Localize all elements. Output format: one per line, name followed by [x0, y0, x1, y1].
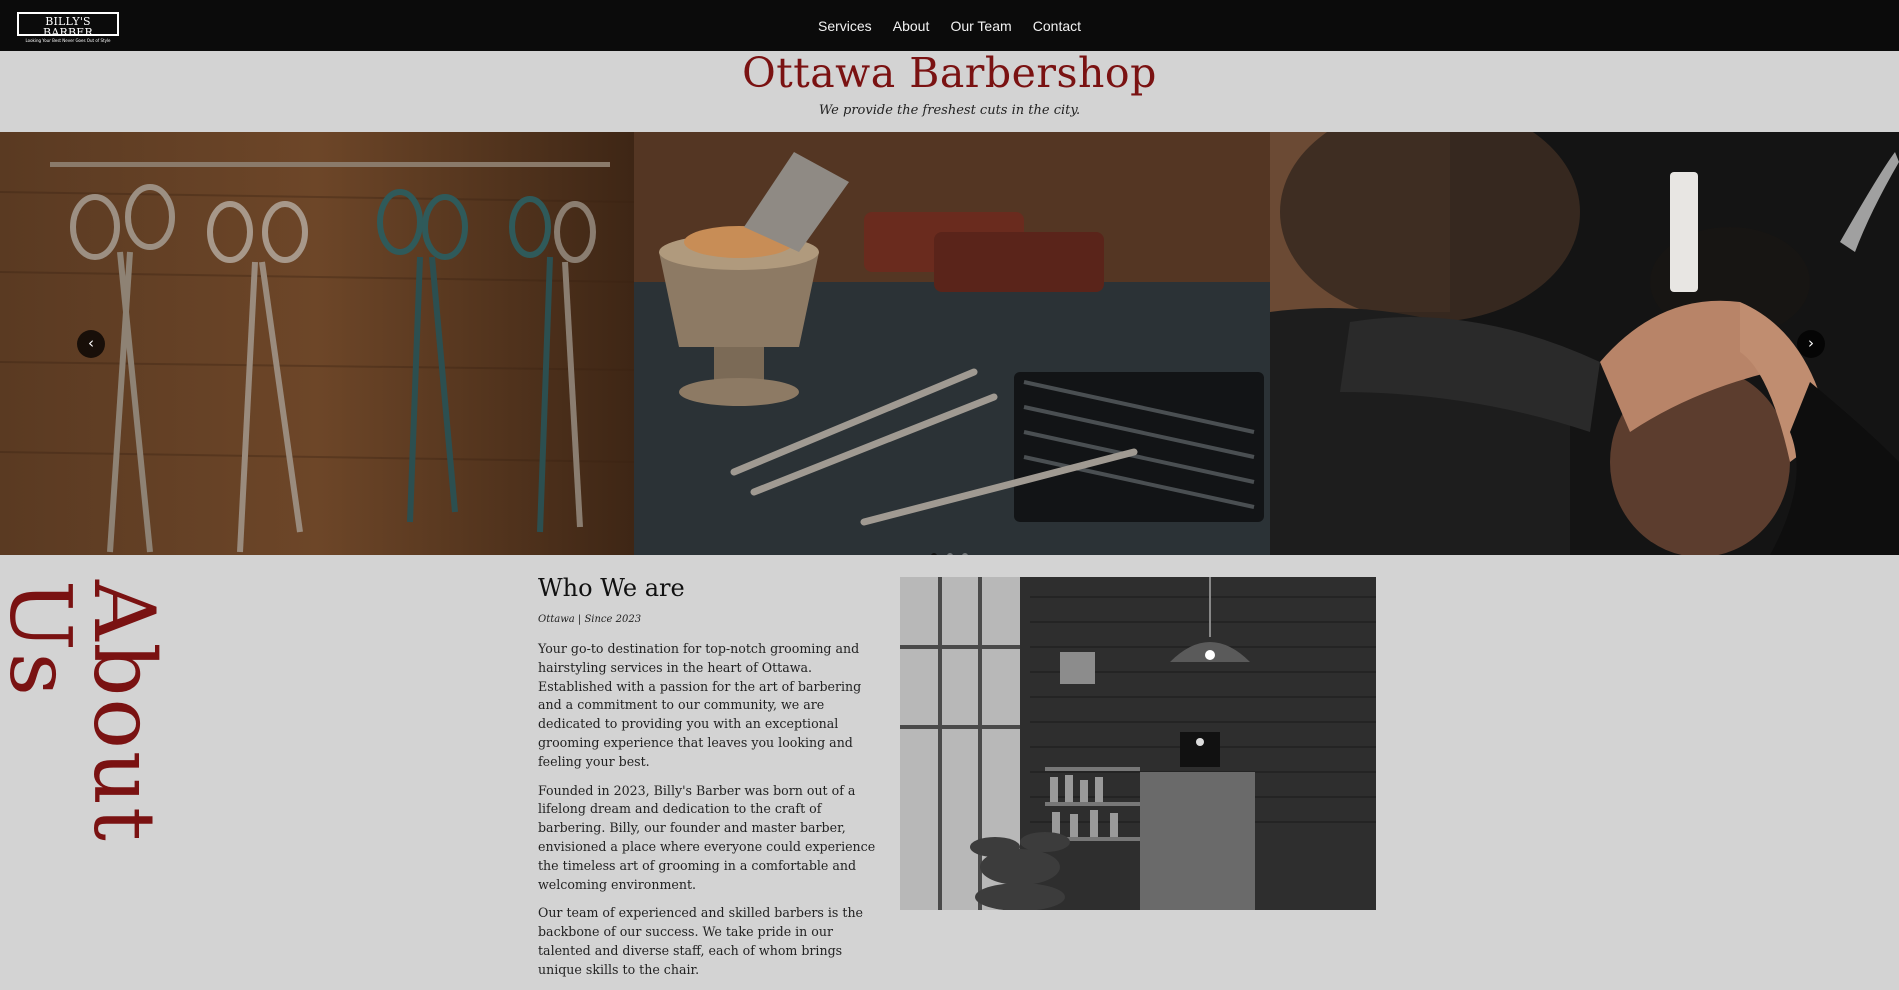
carousel-prev-button[interactable]: ‹ [77, 330, 105, 358]
about-text: Your go-to destination for top-notch gro… [538, 640, 878, 990]
image-carousel: ‹ › [0, 132, 1899, 555]
barbershop-interior-photo [900, 577, 1376, 910]
main-nav: Services About Our Team Contact [0, 16, 1899, 35]
top-navbar: BILLY'S BARBER Looking Your Best Never G… [0, 0, 1899, 51]
about-heading: Who We are [538, 574, 685, 602]
carousel-indicator-3[interactable] [961, 553, 968, 555]
chevron-left-icon: ‹ [88, 334, 94, 352]
carousel-next-button[interactable]: › [1797, 330, 1825, 358]
nav-link-services[interactable]: Services [818, 18, 872, 34]
carousel-image-shaving-tools [634, 132, 1270, 555]
nav-link-our-team[interactable]: Our Team [950, 18, 1011, 34]
carousel-indicator-2[interactable] [946, 553, 953, 555]
chevron-right-icon: › [1808, 334, 1814, 352]
logo-tagline: Looking Your Best Never Goes Out of Styl… [25, 38, 111, 43]
page-tagline: We provide the freshest cuts in the city… [818, 103, 1081, 118]
nav-link-contact[interactable]: Contact [1033, 18, 1081, 34]
page-title: Ottawa Barbershop [742, 49, 1157, 97]
about-subtitle: Ottawa | Since 2023 [538, 614, 642, 625]
carousel-indicators [0, 544, 1899, 555]
carousel-indicator-1[interactable] [931, 553, 938, 555]
about-paragraph-3: Our team of experienced and skilled barb… [538, 905, 864, 977]
about-paragraph-1: Your go-to destination for top-notch gro… [538, 641, 862, 769]
about-paragraph-2: Founded in 2023, Billy's Barber was born… [538, 782, 876, 892]
about-us-vertical-title: About Us [0, 580, 173, 843]
nav-link-about[interactable]: About [893, 18, 930, 34]
